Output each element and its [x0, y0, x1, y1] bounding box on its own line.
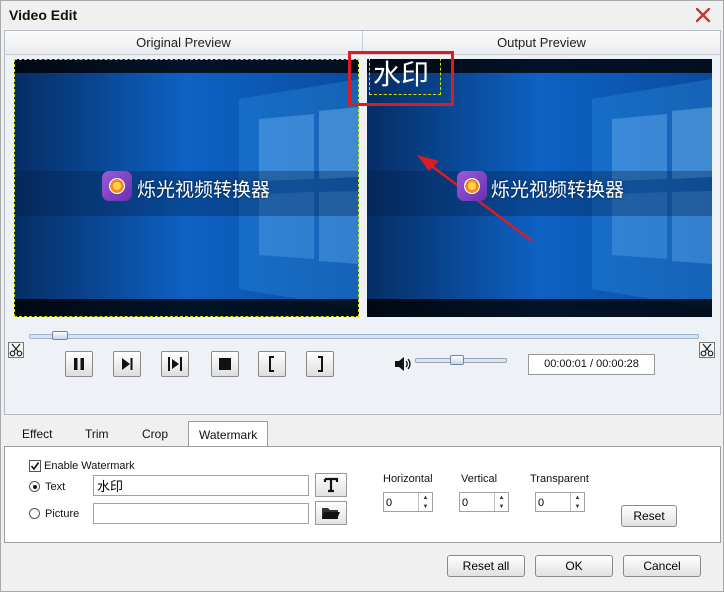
tab-watermark[interactable]: Watermark: [188, 421, 269, 447]
bracket-right-icon: [318, 356, 323, 372]
stop-button[interactable]: [211, 351, 239, 377]
vertical-spinner[interactable]: ▲ ▼: [459, 492, 509, 512]
vertical-input[interactable]: [462, 495, 490, 510]
watermark-text-input[interactable]: [93, 475, 309, 496]
volume-icon[interactable]: [394, 356, 412, 372]
dialog-footer: Reset all OK Cancel: [4, 549, 721, 589]
window-title: Video Edit: [9, 7, 78, 23]
output-logo-icon: [457, 171, 487, 201]
horizontal-spinner[interactable]: ▲ ▼: [383, 492, 433, 512]
original-preview-header: Original Preview: [5, 31, 362, 55]
vertical-label: Vertical: [461, 473, 498, 485]
set-start-button[interactable]: [258, 351, 286, 377]
ok-button[interactable]: OK: [535, 555, 613, 577]
horizontal-down-icon[interactable]: ▼: [418, 502, 432, 511]
transparent-input[interactable]: [538, 495, 566, 510]
transparent-label: Transparent: [530, 473, 589, 485]
video-edit-window: Video Edit Original Preview Output Previ…: [0, 0, 724, 592]
transparent-up-icon[interactable]: ▲: [570, 493, 584, 502]
tab-effect[interactable]: Effect: [12, 423, 62, 447]
font-button[interactable]: [315, 473, 347, 497]
radio-dot: [32, 484, 37, 489]
transparent-spinner[interactable]: ▲ ▼: [535, 492, 585, 512]
text-format-icon: [323, 477, 339, 493]
step-forward-icon: [122, 358, 133, 370]
reset-all-button[interactable]: Reset all: [447, 555, 525, 577]
highlight-box: [348, 51, 454, 106]
picture-path-input[interactable]: [93, 503, 309, 524]
tab-crop[interactable]: Crop: [132, 423, 178, 447]
cancel-button[interactable]: Cancel: [623, 555, 701, 577]
picture-label: Picture: [45, 508, 80, 520]
transparent-down-icon[interactable]: ▼: [570, 502, 584, 511]
play-segment-icon: [168, 357, 182, 371]
set-end-button[interactable]: [306, 351, 334, 377]
step-forward-button[interactable]: [113, 351, 141, 377]
enable-watermark-checkbox[interactable]: [29, 460, 41, 472]
vertical-up-icon[interactable]: ▲: [494, 493, 508, 502]
watermark-panel: Enable Watermark Text Picture Horizontal…: [4, 446, 721, 543]
horizontal-input[interactable]: [386, 495, 414, 510]
horizontal-label: Horizontal: [383, 473, 433, 485]
text-label: Text: [45, 481, 66, 493]
pause-button[interactable]: [65, 351, 93, 377]
folder-icon: [322, 508, 340, 519]
reset-button[interactable]: Reset: [621, 505, 677, 527]
bracket-left-icon: [269, 356, 274, 372]
title-bar: Video Edit: [1, 1, 723, 30]
horizontal-up-icon[interactable]: ▲: [418, 493, 432, 502]
text-radio[interactable]: [29, 481, 40, 492]
selection-frame: [14, 59, 359, 317]
edit-tabs: Effect Trim Crop Watermark: [4, 421, 721, 447]
pause-icon: [74, 358, 84, 370]
original-video[interactable]: 烁光视频转换器: [14, 59, 359, 317]
output-logo-text: 烁光视频转换器: [491, 179, 625, 201]
close-icon[interactable]: [693, 5, 713, 25]
checkmark-icon: [30, 462, 40, 471]
vertical-down-icon[interactable]: ▼: [494, 502, 508, 511]
time-display: 00:00:01 / 00:00:28: [528, 354, 655, 375]
stop-icon: [219, 358, 231, 370]
picture-radio[interactable]: [29, 508, 40, 519]
browse-picture-button[interactable]: [315, 501, 347, 525]
enable-watermark-label: Enable Watermark: [44, 460, 135, 472]
play-segment-button[interactable]: [161, 351, 189, 377]
tab-trim[interactable]: Trim: [75, 423, 119, 447]
volume-thumb[interactable]: [450, 355, 465, 365]
